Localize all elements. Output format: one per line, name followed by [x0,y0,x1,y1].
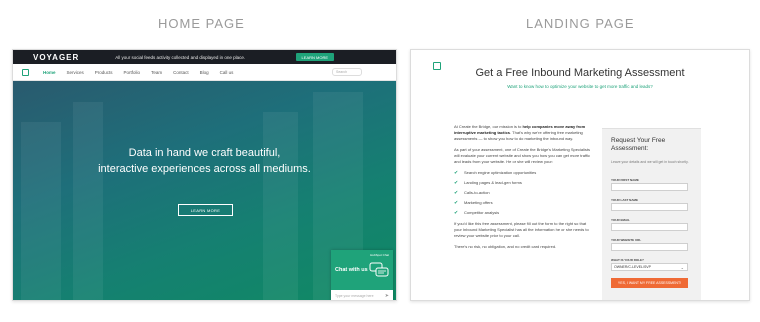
list-item: ✔ Search engine optimization opportunitie… [454,170,537,176]
intro-paragraph: At Create the Bridge, our mission is to … [454,124,586,141]
nav-item-contact[interactable]: Contact [173,70,189,75]
checkmark-icon: ✔ [454,190,459,196]
list-item: ✔ Landing pages & lead-gen forms [454,180,522,186]
form-description: Leave your details and we will get in to… [611,160,689,164]
first-name-field[interactable] [611,183,688,191]
form-title: Request Your Free Assessment: [611,137,666,152]
checkmark-icon: ✔ [454,200,459,206]
building-silhouette [263,112,298,300]
nav-item-products[interactable]: Products [95,70,113,75]
nav-item-team[interactable]: Team [151,70,162,75]
list-item: ✔ Marketing offers [454,200,493,206]
list-item: ✔ Competitor analysis [454,210,500,216]
website-url-field[interactable] [611,243,688,251]
hero-headline: Data in hand we craft beautiful, interac… [98,147,311,175]
send-icon[interactable]: ➤ [385,293,389,299]
nav-item-services[interactable]: Services [67,70,84,75]
landing-page-subtitle: Want to know how to optimize your websit… [507,84,653,89]
chat-provider-tag: HubSpot Chat [370,253,389,257]
email-field[interactable] [611,223,688,231]
nav-item-home[interactable]: Home [43,70,56,75]
announcement-bar: VOYAGER All your social feeds activity c… [13,50,396,64]
assessment-paragraph: As part of your assessment, one of Creat… [454,147,590,164]
nav-item-blog[interactable]: Blog [200,70,209,75]
checkmark-icon: ✔ [454,170,459,176]
main-navigation: Home Services Products Portfolio Team Co… [13,64,396,81]
landing-body-copy: At Create the Bridge, our mission is to … [454,124,594,255]
chat-bubbles-icon [369,262,389,277]
announcement-learn-more-button[interactable]: LEARN MORE [295,53,334,61]
checkmark-icon: ✔ [454,210,459,216]
chat-widget[interactable]: HubSpot Chat Chat with us Type your mess… [331,250,393,300]
nav-item-call-us[interactable]: Call us [220,70,234,75]
website-url-label: YOUR WEBSITE URL [611,238,642,242]
home-page-caption: HOME PAGE [158,16,245,31]
list-item: ✔ Calls-to-action [454,190,490,196]
hero-learn-more-button[interactable]: LEARN MORE [178,204,233,216]
landing-page-screenshot: Get a Free Inbound Marketing Assessment … [410,49,750,301]
checkmark-icon: ✔ [454,180,459,186]
landing-page-caption: LANDING PAGE [526,16,635,31]
submit-assessment-button[interactable]: YES, I WANT MY FREE ASSESSMENT! [611,278,688,288]
site-logo-icon[interactable] [22,68,29,76]
hero-section: Data in hand we craft beautiful, interac… [13,81,396,300]
building-silhouette [73,102,103,300]
announcement-text: All your social feeds activity collected… [115,54,246,60]
form-instruction-paragraph: If you'd like this free assessment, plea… [454,221,589,238]
chat-title: Chat with us [335,267,368,273]
last-name-label: YOUR LAST NAME [611,198,638,202]
review-checklist: ✔ Search engine optimization opportunitie… [454,170,594,216]
chevron-down-icon: ⌄ [680,265,684,270]
email-label: YOUR EMAIL [611,218,630,222]
chat-message-input[interactable]: Type your message here ➤ [331,290,393,300]
assessment-form: Request Your Free Assessment: Leave your… [602,128,701,300]
home-page-screenshot: VOYAGER All your social feeds activity c… [12,49,397,301]
landing-page-title: Get a Free Inbound Marketing Assessment [475,67,685,79]
search-input[interactable]: Search [332,68,362,76]
role-label: WHAT IS YOUR ROLE? [611,258,644,262]
first-name-label: YOUR FIRST NAME [611,178,639,182]
voyager-logo[interactable]: VOYAGER [33,53,79,62]
chat-widget-header[interactable]: HubSpot Chat Chat with us [331,250,393,290]
role-select[interactable]: OWNER/C-LEVEL/SVP ⌄ [611,263,688,271]
last-name-field[interactable] [611,203,688,211]
nav-item-portfolio[interactable]: Portfolio [124,70,141,75]
no-risk-paragraph: There's no risk, no obligation, and no c… [454,244,557,249]
